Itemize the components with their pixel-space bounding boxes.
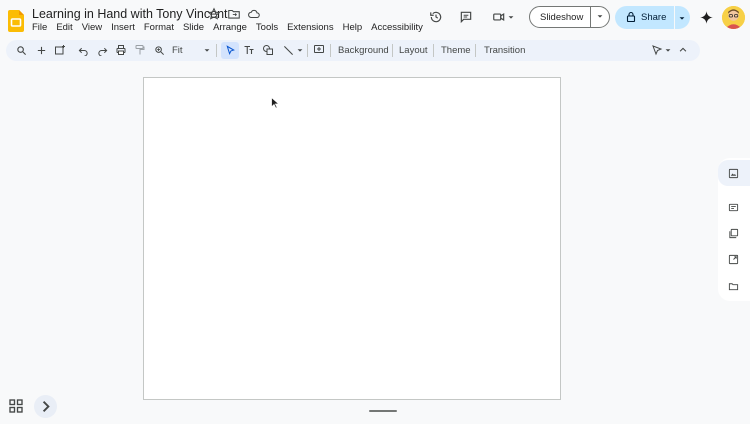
menu-extensions[interactable]: Extensions	[287, 22, 333, 36]
gemini-sparkle-icon[interactable]	[697, 8, 715, 26]
mouse-cursor-icon	[271, 97, 280, 109]
slideshow-divider	[590, 7, 591, 27]
menu-accessibility[interactable]: Accessibility	[371, 22, 423, 36]
menu-file[interactable]: File	[32, 22, 47, 36]
share-divider	[674, 6, 675, 29]
comment-add-icon[interactable]	[310, 41, 328, 59]
menu-view[interactable]: View	[82, 22, 102, 36]
slide-canvas[interactable]	[143, 77, 561, 400]
toolbar-divider	[307, 44, 308, 57]
print-icon[interactable]	[112, 41, 130, 59]
menu-arrange[interactable]: Arrange	[213, 22, 247, 36]
menu-edit[interactable]: Edit	[56, 22, 72, 36]
select-cursor-icon[interactable]	[221, 41, 239, 59]
document-title[interactable]: Learning in Hand with Tony Vincent	[32, 7, 228, 21]
filmstrip-expand-button[interactable]	[34, 395, 57, 418]
shape-icon[interactable]	[259, 41, 277, 59]
slideshow-dropdown-icon[interactable]	[596, 11, 604, 21]
zoom-dropdown-icon[interactable]	[199, 41, 215, 59]
slideshow-label: Slideshow	[540, 12, 584, 23]
toolbar-divider	[475, 44, 476, 57]
slide-image-icon[interactable]	[724, 164, 742, 182]
background-button[interactable]: Background	[338, 45, 389, 56]
cloud-status-icon[interactable]	[245, 5, 263, 23]
pen-dropdown-icon[interactable]	[661, 41, 675, 59]
lock-icon	[625, 11, 637, 23]
transition-button[interactable]: Transition	[484, 45, 525, 56]
menu-insert[interactable]: Insert	[111, 22, 135, 36]
zoom-select[interactable]: Fit	[172, 45, 183, 56]
new-slide-plus-icon[interactable]	[32, 41, 50, 59]
menu-slide[interactable]: Slide	[183, 22, 204, 36]
slideshow-button[interactable]: Slideshow	[529, 6, 610, 28]
search-menus-icon[interactable]	[12, 41, 30, 59]
user-avatar[interactable]	[722, 6, 745, 29]
toolbar-divider	[392, 44, 393, 57]
collapse-chevron-up-icon[interactable]	[674, 41, 692, 59]
share-button[interactable]: Share	[615, 6, 690, 29]
move-folder-icon[interactable]	[225, 5, 243, 23]
chevron-right-icon	[42, 401, 50, 412]
toolbar-divider	[433, 44, 434, 57]
version-history-icon[interactable]	[427, 8, 445, 26]
line-dropdown-icon[interactable]	[293, 41, 307, 59]
zoom-icon[interactable]	[150, 41, 168, 59]
new-slide-layout-icon[interactable]	[51, 41, 69, 59]
copy-pages-icon[interactable]	[724, 224, 742, 242]
menu-format[interactable]: Format	[144, 22, 174, 36]
menu-help[interactable]: Help	[343, 22, 363, 36]
grid-view-icon[interactable]	[7, 397, 27, 415]
theme-button[interactable]: Theme	[441, 45, 471, 56]
menu-tools[interactable]: Tools	[256, 22, 278, 36]
toolbar-divider	[330, 44, 331, 57]
comments-icon[interactable]	[457, 8, 475, 26]
toolbar-divider	[216, 44, 217, 57]
text-box-icon[interactable]	[240, 41, 258, 59]
undo-icon[interactable]	[74, 41, 92, 59]
redo-icon[interactable]	[93, 41, 111, 59]
slides-logo-icon[interactable]	[8, 10, 24, 32]
keep-notes-icon[interactable]	[724, 198, 742, 216]
folder-icon[interactable]	[724, 277, 742, 295]
paint-format-icon[interactable]	[131, 41, 149, 59]
layout-button[interactable]: Layout	[399, 45, 428, 56]
star-icon[interactable]	[205, 5, 223, 23]
slide-export-icon[interactable]	[724, 250, 742, 268]
share-dropdown-icon[interactable]	[678, 13, 686, 23]
meet-dropdown-icon[interactable]	[505, 8, 517, 26]
menu-bar: File Edit View Insert Format Slide Arran…	[32, 22, 432, 36]
share-label: Share	[641, 12, 667, 23]
speaker-notes-drag-handle[interactable]	[369, 410, 397, 412]
